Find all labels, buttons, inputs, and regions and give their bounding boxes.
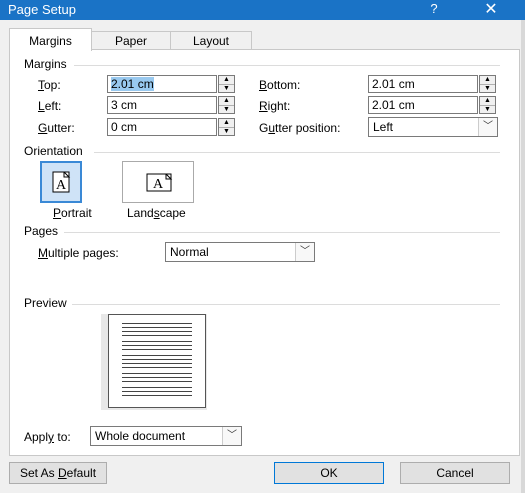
- svg-text:A: A: [153, 177, 164, 192]
- spin-down-icon[interactable]: ▼: [480, 85, 495, 93]
- portrait-option[interactable]: A: [40, 161, 82, 203]
- tab-paper[interactable]: Paper: [90, 31, 172, 50]
- chevron-down-icon[interactable]: ﹀: [222, 427, 241, 445]
- spin-up-icon[interactable]: ▲: [219, 119, 234, 128]
- chevron-down-icon[interactable]: ﹀: [295, 243, 314, 261]
- preview-line: [122, 387, 192, 388]
- right-margin-input[interactable]: 2.01 cm: [368, 96, 478, 114]
- left-label: Left:: [38, 99, 62, 113]
- svg-text:A: A: [56, 178, 67, 193]
- gutter-label: Gutter:: [38, 121, 75, 135]
- preview-group-label: Preview: [24, 296, 71, 310]
- apply-to-select[interactable]: Whole document ﹀: [90, 426, 242, 446]
- landscape-label[interactable]: Landscape: [127, 206, 186, 220]
- preview-line: [122, 395, 192, 396]
- preview-line: [122, 331, 192, 332]
- portrait-label[interactable]: Portrait: [53, 206, 92, 220]
- pages-group-label: Pages: [24, 224, 63, 238]
- gutter-input[interactable]: 0 cm: [107, 118, 217, 136]
- right-margin-spinner[interactable]: ▲ ▼: [479, 96, 496, 114]
- spin-down-icon[interactable]: ▼: [480, 106, 495, 114]
- preview-line: [122, 335, 192, 336]
- multiple-pages-select[interactable]: Normal ﹀: [165, 242, 315, 262]
- preview-line: [122, 377, 192, 378]
- chevron-down-icon[interactable]: ﹀: [478, 118, 497, 136]
- spin-up-icon[interactable]: ▲: [219, 76, 234, 85]
- preview-line: [122, 373, 192, 374]
- spin-up-icon[interactable]: ▲: [480, 76, 495, 85]
- preview-divider: [72, 304, 500, 305]
- preview-line: [122, 323, 192, 324]
- dialog-title: Page Setup: [8, 2, 76, 17]
- preview-line: [122, 341, 192, 342]
- preview-line: [122, 381, 192, 382]
- window-edge: [521, 20, 525, 493]
- portrait-icon: A: [52, 171, 71, 193]
- preview-line: [122, 363, 192, 364]
- title-bar: [0, 0, 525, 20]
- spin-down-icon[interactable]: ▼: [219, 85, 234, 93]
- margins-divider: [74, 65, 500, 66]
- preview-line: [122, 367, 192, 368]
- orientation-divider: [94, 152, 500, 153]
- help-icon[interactable]: ?: [426, 1, 442, 16]
- top-margin-spinner[interactable]: ▲ ▼: [218, 75, 235, 93]
- spin-up-icon[interactable]: ▲: [480, 97, 495, 106]
- set-as-default-button[interactable]: Set As Default: [9, 462, 107, 484]
- margins-group-label: Margins: [24, 57, 71, 71]
- left-margin-spinner[interactable]: ▲ ▼: [218, 96, 235, 114]
- close-icon[interactable]: ✕: [476, 0, 506, 19]
- preview-line: [122, 391, 192, 392]
- pages-divider: [64, 232, 500, 233]
- gutter-spinner[interactable]: ▲ ▼: [218, 118, 235, 136]
- bottom-margin-input[interactable]: 2.01 cm: [368, 75, 478, 93]
- preview-line: [122, 349, 192, 350]
- gutter-position-label: Gutter position:: [259, 121, 341, 135]
- bottom-margin-spinner[interactable]: ▲ ▼: [479, 75, 496, 93]
- ok-button[interactable]: OK: [274, 462, 384, 484]
- preview-page: [108, 314, 206, 408]
- landscape-option[interactable]: A: [122, 161, 194, 203]
- top-margin-input[interactable]: 2.01 cm: [107, 75, 217, 93]
- preview-line: [122, 355, 192, 356]
- preview-line: [122, 327, 192, 328]
- bottom-label: Bottom:: [259, 78, 301, 92]
- gutter-position-select[interactable]: Left ﹀: [368, 117, 498, 137]
- multiple-pages-label: Multiple pages:: [38, 246, 119, 260]
- tab-margins[interactable]: Margins: [9, 28, 92, 51]
- cancel-button[interactable]: Cancel: [400, 462, 510, 484]
- top-label: Top:: [38, 78, 61, 92]
- left-margin-input[interactable]: 3 cm: [107, 96, 217, 114]
- spin-down-icon[interactable]: ▼: [219, 128, 234, 136]
- preview-line: [122, 359, 192, 360]
- landscape-icon: A: [146, 173, 173, 192]
- spin-up-icon[interactable]: ▲: [219, 97, 234, 106]
- preview-line: [122, 345, 192, 346]
- apply-to-label: Apply to:: [24, 430, 71, 444]
- orientation-group-label: Orientation: [24, 144, 87, 158]
- tab-layout[interactable]: Layout: [170, 31, 252, 50]
- spin-down-icon[interactable]: ▼: [219, 106, 234, 114]
- right-label: Right:: [259, 99, 291, 113]
